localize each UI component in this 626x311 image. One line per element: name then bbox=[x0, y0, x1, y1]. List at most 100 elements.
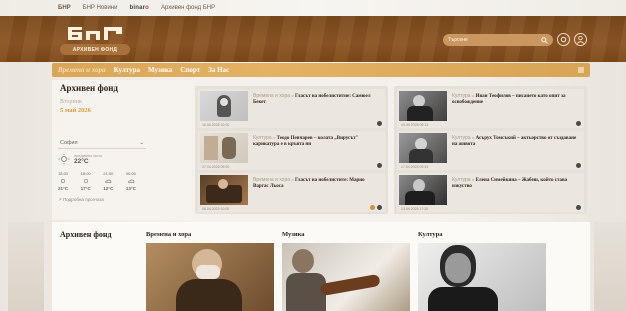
article-meta: 07.04.2025 09:00 bbox=[202, 165, 230, 169]
article-meta: 13.04.2025 17:30 bbox=[401, 207, 429, 211]
current-temp: 22°C bbox=[74, 158, 89, 165]
settings-icon[interactable] bbox=[557, 33, 570, 46]
article-column-left: Времена и хора » Гласът на нобелиститие:… bbox=[195, 86, 388, 214]
chevron-down-icon: ⌄ bbox=[139, 140, 144, 146]
category-separator: » bbox=[291, 94, 294, 99]
category-times-and-people[interactable]: Времена и хора bbox=[146, 231, 274, 311]
forecast-item: 18:00 17°C bbox=[81, 171, 91, 191]
category-separator: » bbox=[471, 136, 475, 141]
forecast-temp: 17°C bbox=[80, 186, 91, 191]
category-separator: » bbox=[291, 178, 294, 183]
article-column-right: Култура » Иван Теофилов – писането като … bbox=[394, 86, 587, 214]
detailed-forecast-label: Подробна прогноза bbox=[63, 197, 104, 202]
category-label: Музика bbox=[282, 231, 305, 238]
category-separator: » bbox=[471, 178, 475, 183]
play-icon[interactable] bbox=[377, 121, 382, 126]
cloud-icon bbox=[128, 179, 135, 183]
categories-section: Архивен фонд Времена и хора Музика Култу… bbox=[52, 222, 590, 311]
city-select[interactable]: София ⌄ bbox=[58, 138, 146, 149]
play-icon[interactable] bbox=[576, 205, 581, 210]
nav-item-music[interactable]: Музика bbox=[148, 66, 172, 74]
topbar-link-archive[interactable]: Архивен фонд БНР bbox=[161, 5, 215, 11]
topbar-link-bnr-news[interactable]: БНР Новини bbox=[83, 5, 118, 11]
category-image bbox=[282, 243, 410, 311]
forecast-time: 18:00 bbox=[80, 171, 91, 176]
forecast-time: 18:00 bbox=[58, 171, 69, 176]
article-cards: Времена и хора » Гласът на нобелиститие:… bbox=[195, 86, 587, 214]
category-music[interactable]: Музика bbox=[282, 231, 410, 311]
city-name: София bbox=[60, 140, 78, 146]
nav-item-culture[interactable]: Култура bbox=[114, 66, 140, 74]
forecast-temp: 13°C bbox=[125, 186, 136, 191]
article-category: Култура bbox=[452, 135, 471, 141]
search-icon[interactable] bbox=[541, 36, 548, 44]
play-icon[interactable] bbox=[576, 163, 581, 168]
article-card[interactable]: Култура » Иван Теофилов – писането като … bbox=[397, 89, 584, 128]
play-icon[interactable] bbox=[377, 163, 382, 168]
detailed-forecast-link[interactable]: ↗ Подробна прогноза bbox=[58, 197, 146, 203]
sun-icon bbox=[60, 178, 66, 184]
site-header: АРХИВЕН ФОНД Търсене bbox=[0, 16, 626, 62]
category-separator: » bbox=[471, 94, 475, 99]
forecast-item: 21:00 12°C bbox=[103, 171, 113, 191]
article-card[interactable]: Времена и хора » Гласът на нобелиститие:… bbox=[198, 89, 385, 128]
article-title: Асърух Томсъкий – актьорство от създаван… bbox=[452, 136, 577, 148]
forecast-item: 00:00 13°C bbox=[126, 171, 136, 191]
nav-item-sport[interactable]: Спорт bbox=[180, 66, 200, 74]
category-culture[interactable]: Култура bbox=[418, 231, 546, 311]
article-card[interactable]: Култура » Елена Симейкина – Жабеш, който… bbox=[397, 173, 584, 212]
left-info-column: Архивен фонд Вторник 5 май 2026 София ⌄ … bbox=[52, 80, 192, 220]
article-card[interactable]: Култура » Теодо Пенчарев – колата „Вирус… bbox=[198, 131, 385, 170]
article-text: Култура » Теодо Пенчарев – колата „Вирус… bbox=[248, 131, 385, 170]
weekday-label: Вторник bbox=[60, 99, 82, 105]
article-thumbnail bbox=[399, 133, 447, 163]
sun-icon bbox=[58, 153, 70, 165]
site-logo[interactable]: АРХИВЕН ФОНД bbox=[60, 22, 130, 56]
hamburger-menu-icon[interactable] bbox=[577, 66, 585, 74]
forecast-temp: 21°C bbox=[58, 186, 69, 191]
article-text: Времена и хора » Гласът на нобелиститие:… bbox=[248, 89, 385, 128]
article-meta: 06.04.2025 10:00 bbox=[202, 207, 230, 211]
forecast-row: 18:00 21°C 18:00 17°C 21:00 12°C 00:00 1… bbox=[58, 171, 136, 191]
binaro-prefix: binar bbox=[129, 5, 146, 11]
category-label: Култура bbox=[418, 231, 443, 238]
article-category: Времена и хора bbox=[253, 177, 291, 183]
article-category: Култура bbox=[452, 93, 471, 99]
forecast-time: 21:00 bbox=[103, 171, 114, 176]
article-card[interactable]: Времена и хора » Гласът на нобелистите: … bbox=[198, 173, 385, 212]
article-thumbnail bbox=[200, 133, 248, 163]
play-icon[interactable] bbox=[377, 205, 382, 210]
logo-subtitle: АРХИВЕН ФОНД bbox=[60, 44, 130, 55]
binaro-logo[interactable]: binaro bbox=[129, 5, 149, 11]
article-text: Времена и хора » Гласът на нобелистите: … bbox=[248, 173, 385, 212]
category-image bbox=[418, 243, 546, 311]
forecast-time: 00:00 bbox=[125, 171, 136, 176]
left-decorative-panel bbox=[8, 222, 44, 311]
bookmark-icon[interactable] bbox=[370, 205, 375, 210]
binaro-suffix: o bbox=[145, 5, 150, 11]
page-title: Архивен фонд bbox=[60, 83, 118, 93]
play-icon[interactable] bbox=[576, 121, 581, 126]
article-meta: 16.04.2025 10:00 bbox=[202, 123, 230, 127]
weather-widget: София ⌄ предимно ясно 22°C 18:00 21°C 18… bbox=[58, 138, 146, 203]
article-text: Култура » Елена Симейкина – Жабеш, който… bbox=[447, 173, 584, 212]
article-thumbnail bbox=[200, 175, 248, 205]
page: БНР БНР Новини binaro Архивен фонд БНР А… bbox=[0, 0, 626, 311]
forecast-temp: 12°C bbox=[103, 186, 114, 191]
article-meta: 17.04.2025 09:43 bbox=[401, 165, 429, 169]
article-text: Култура » Асърух Томсъкий – актьорство о… bbox=[447, 131, 584, 170]
search-input[interactable]: Търсене bbox=[443, 34, 553, 46]
top-utility-bar: БНР БНР Новини binaro Архивен фонд БНР bbox=[0, 0, 626, 16]
article-category: Култура bbox=[253, 135, 272, 141]
article-thumbnail bbox=[200, 91, 248, 121]
article-thumbnail bbox=[399, 91, 447, 121]
category-label: Времена и хора bbox=[146, 231, 192, 238]
nav-item-about[interactable]: За Нас bbox=[208, 66, 229, 74]
user-icon[interactable] bbox=[574, 33, 587, 46]
article-thumbnail bbox=[399, 175, 447, 205]
article-card[interactable]: Култура » Асърух Томсъкий – актьорство о… bbox=[397, 131, 584, 170]
sun-icon bbox=[83, 178, 88, 184]
nav-item-times-and-people[interactable]: Времена и хора bbox=[58, 66, 106, 74]
topbar-link-bnr[interactable]: БНР bbox=[58, 5, 71, 11]
date-label: 5 май 2026 bbox=[60, 107, 91, 114]
